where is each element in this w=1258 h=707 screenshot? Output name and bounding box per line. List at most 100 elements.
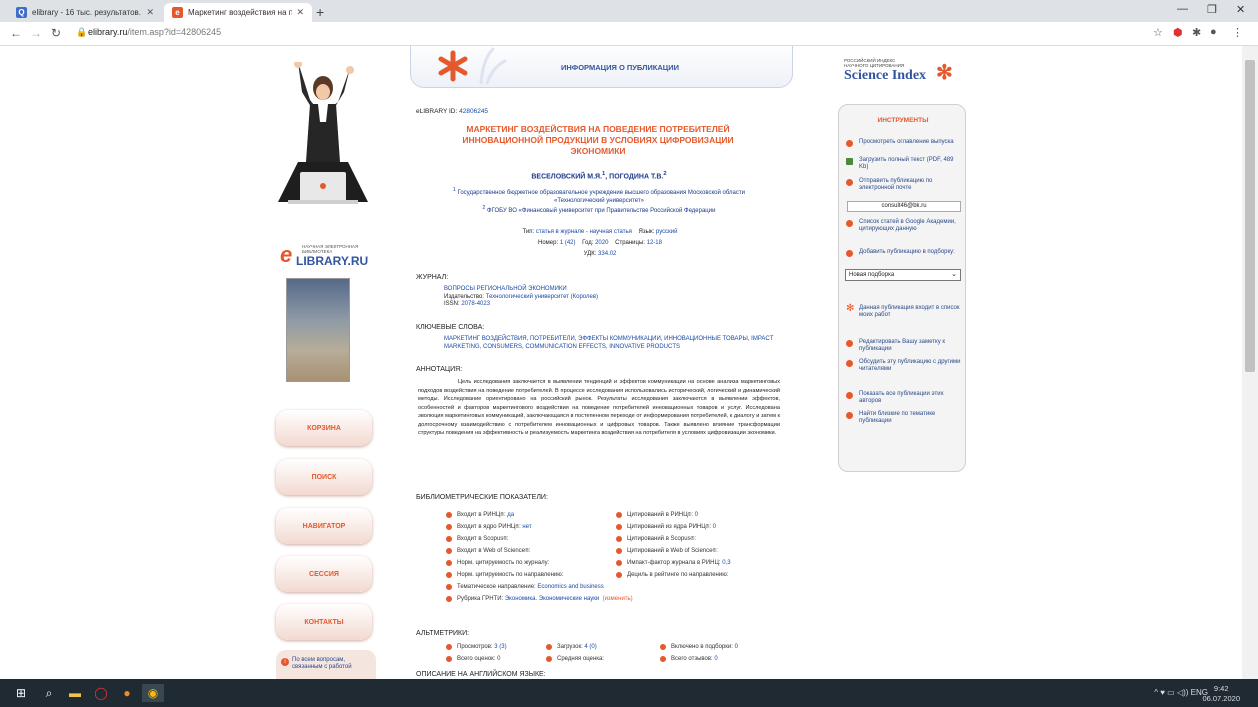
metric-bullet-icon — [616, 560, 622, 566]
publication-header: ИНФОРМАЦИЯ О ПУБЛИКАЦИИ — [410, 46, 793, 88]
restore-icon[interactable]: ❐ — [1207, 3, 1217, 16]
journal-name[interactable]: ВОПРОСЫ РЕГИОНАЛЬНОЙ ЭКОНОМИКИ — [444, 286, 598, 294]
biblio-metric: Цитирований в РИНЦ ®: 0 — [616, 512, 698, 518]
metric-value[interactable]: Экономика. Экономические науки — [503, 596, 599, 602]
address-bar: ← → ↻ 🔒 elibrary.ru/item.asp?id=42806245… — [0, 22, 1258, 46]
metric-value[interactable]: 0 — [497, 656, 500, 662]
url-host: elibrary.ru — [88, 27, 128, 37]
tab-elibrary-search[interactable]: Q elibrary - 16 тыс. результатов. П ✕ — [8, 3, 162, 22]
author-link[interactable]: ПОГОДИНА Т.В. — [609, 173, 663, 180]
scrollbar-thumb[interactable] — [1245, 60, 1255, 372]
file-explorer-icon[interactable]: ▬ — [66, 684, 84, 702]
collection-select[interactable]: Новая подборка ⌄ — [845, 269, 961, 281]
firefox-icon[interactable]: ● — [118, 684, 136, 702]
elibrary-logo[interactable]: e НАУЧНАЯ ЭЛЕКТРОННАЯ БИБЛИОТЕКА LIBRARY… — [280, 244, 380, 274]
affiliation-1[interactable]: 1 Государственное бюджетное образователь… — [448, 187, 750, 205]
extensions-icon[interactable]: ✱ — [1192, 26, 1201, 39]
profile-icon[interactable]: ● — [1210, 26, 1217, 38]
metric-value[interactable]: 0 — [711, 524, 716, 530]
new-tab-plus-icon[interactable]: + — [316, 4, 324, 20]
session-button[interactable]: СЕССИЯ — [276, 556, 372, 592]
metric-value[interactable]: 4 (0) — [584, 644, 596, 650]
journal-section-label: ЖУРНАЛ: — [416, 274, 449, 281]
change-link[interactable]: (изменить) — [599, 596, 633, 602]
tool-email[interactable]: Отправить публикацию по электронной почт… — [846, 178, 964, 192]
metric-value[interactable]: нет — [521, 524, 531, 530]
tool-label: Загрузить полный текст (PDF, 489 Kb) — [859, 157, 954, 170]
metric-bullet-icon — [446, 560, 452, 566]
close-window-icon[interactable]: ✕ — [1236, 3, 1245, 16]
science-index-logo[interactable]: РОССИЙСКИЙ ИНДЕКС НАУЧНОГО ЦИТИРОВАНИЯ S… — [844, 58, 954, 94]
tool-edit-note[interactable]: Редактировать Вашу заметку к публикации — [846, 339, 964, 353]
navigator-button[interactable]: НАВИГАТОР — [276, 508, 372, 544]
close-icon[interactable]: ✕ — [296, 7, 304, 18]
metric-value[interactable]: да — [506, 512, 514, 518]
search-icon[interactable]: ⌕ — [40, 684, 58, 702]
views-metric: Просмотров: 3 (3) — [446, 644, 507, 650]
metric-bullet-icon — [546, 644, 552, 650]
tool-label: Отправить публикацию по электронной почт… — [859, 178, 933, 191]
publisher-value[interactable]: Технологический университет (Королев) — [486, 294, 598, 300]
metric-value[interactable]: Economics and business — [536, 584, 603, 590]
abstract-section-label: АННОТАЦИЯ: — [416, 366, 463, 373]
windows-start-icon[interactable]: ⊞ — [12, 684, 30, 702]
metric-label: Загрузок: — [557, 644, 583, 650]
url-field[interactable]: elibrary.ru/item.asp?id=42806245 — [88, 27, 221, 37]
id-value[interactable]: 42806245 — [459, 108, 488, 115]
metric-value[interactable]: 0 — [714, 656, 717, 662]
journal-cover-image[interactable] — [286, 278, 350, 382]
reload-icon[interactable]: ↻ — [51, 26, 61, 40]
email-input[interactable]: consult46@bk.ru — [847, 201, 961, 212]
bookmark-star-icon[interactable]: ☆ — [1153, 26, 1163, 39]
opera-icon[interactable]: ◯ — [92, 684, 110, 702]
asterisk-icon: ✻ — [846, 303, 855, 314]
minimize-icon[interactable]: — — [1177, 3, 1188, 15]
chrome-icon[interactable]: ◉ — [142, 684, 164, 702]
tool-my-works[interactable]: ✻ Данная публикация входит в список моих … — [846, 303, 964, 319]
number-value[interactable]: 1 (42) — [560, 240, 576, 246]
forward-arrow-icon[interactable]: → — [30, 26, 42, 40]
tool-label: Список статей в Google Академии, цитирую… — [859, 219, 956, 232]
browser-tab-bar: Q elibrary - 16 тыс. результатов. П ✕ e … — [0, 0, 1258, 22]
metric-value[interactable]: 0,3 — [721, 560, 730, 566]
clock[interactable]: 9:42 06.07.2020 — [1202, 684, 1240, 704]
tool-discuss[interactable]: Обсудить эту публикацию с другими читате… — [846, 359, 964, 373]
author-link[interactable]: ВЕСЕЛОВСКИЙ М.Я. — [531, 173, 602, 180]
affil-text: ФГОБУ ВО «Финансовый университет при Пра… — [487, 208, 716, 214]
tab-publication[interactable]: e Маркетинг воздействия на пове ✕ — [164, 3, 312, 22]
asterisk-icon: ✻ — [936, 62, 953, 84]
contacts-button[interactable]: КОНТАКТЫ — [276, 604, 372, 640]
page-scrollbar[interactable] — [1242, 46, 1258, 679]
biblio-metric: Рубрика ГРНТИ: Экономика. Экономические … — [446, 596, 633, 602]
tool-google-scholar[interactable]: Список статей в Google Академии, цитирую… — [846, 219, 964, 233]
metric-colon: : — [694, 536, 696, 542]
tool-fulltext[interactable]: Загрузить полный текст (PDF, 489 Kb) — [846, 157, 964, 171]
metric-bullet-icon — [446, 644, 452, 650]
metric-label: Включено в подборки: — [671, 644, 733, 650]
adblock-icon[interactable]: ⬢ — [1173, 26, 1183, 39]
keywords-list[interactable]: МАРКЕТИНГ ВОЗДЕЙСТВИЯ, ПОТРЕБИТЕЛИ, ЭФФЕ… — [444, 336, 774, 351]
issn-label: ISSN: — [444, 301, 460, 307]
tool-toc[interactable]: Просмотреть оглавление выпуска — [846, 139, 964, 147]
metric-value[interactable]: 3 (3) — [494, 644, 506, 650]
tool-add-collection[interactable]: Добавить публикацию в подборку: — [846, 249, 964, 257]
journal-publisher: Издательство: Технологический университе… — [444, 294, 598, 302]
tool-similar[interactable]: Найти близкие по тематике публикации — [846, 411, 964, 425]
metric-value[interactable]: 0 — [693, 512, 698, 518]
page-viewport: e НАУЧНАЯ ЭЛЕКТРОННАЯ БИБЛИОТЕКА LIBRARY… — [0, 46, 1242, 679]
back-arrow-icon[interactable]: ← — [10, 26, 22, 40]
logo-subtitle: НАУЧНАЯ ЭЛЕКТРОННАЯ БИБЛИОТЕКА — [302, 244, 359, 254]
tray-icons[interactable]: ^ ♥ ▭ ◁)) — [1154, 688, 1190, 697]
metric-value[interactable]: 0 — [735, 644, 738, 650]
metric-label: Цитирований в Scopus — [627, 536, 691, 542]
journal-info: ВОПРОСЫ РЕГИОНАЛЬНОЙ ЭКОНОМИКИ Издательс… — [444, 286, 598, 309]
menu-dots-icon[interactable]: ⋮ — [1232, 26, 1243, 39]
help-text[interactable]: По всем вопросам, связанным с работой — [292, 657, 372, 671]
metric-label: Рубрика ГРНТИ: — [457, 596, 504, 602]
affiliation-2[interactable]: 2 ФГОБУ ВО «Финансовый университет при П… — [448, 205, 750, 216]
metric-label: Цитирований в РИНЦ — [627, 512, 688, 518]
close-icon[interactable]: ✕ — [146, 7, 154, 18]
search-button[interactable]: ПОИСК — [276, 459, 372, 495]
tool-author-pubs[interactable]: Показать все публикации этих авторов — [846, 391, 964, 405]
cart-button[interactable]: КОРЗИНА — [276, 410, 372, 446]
